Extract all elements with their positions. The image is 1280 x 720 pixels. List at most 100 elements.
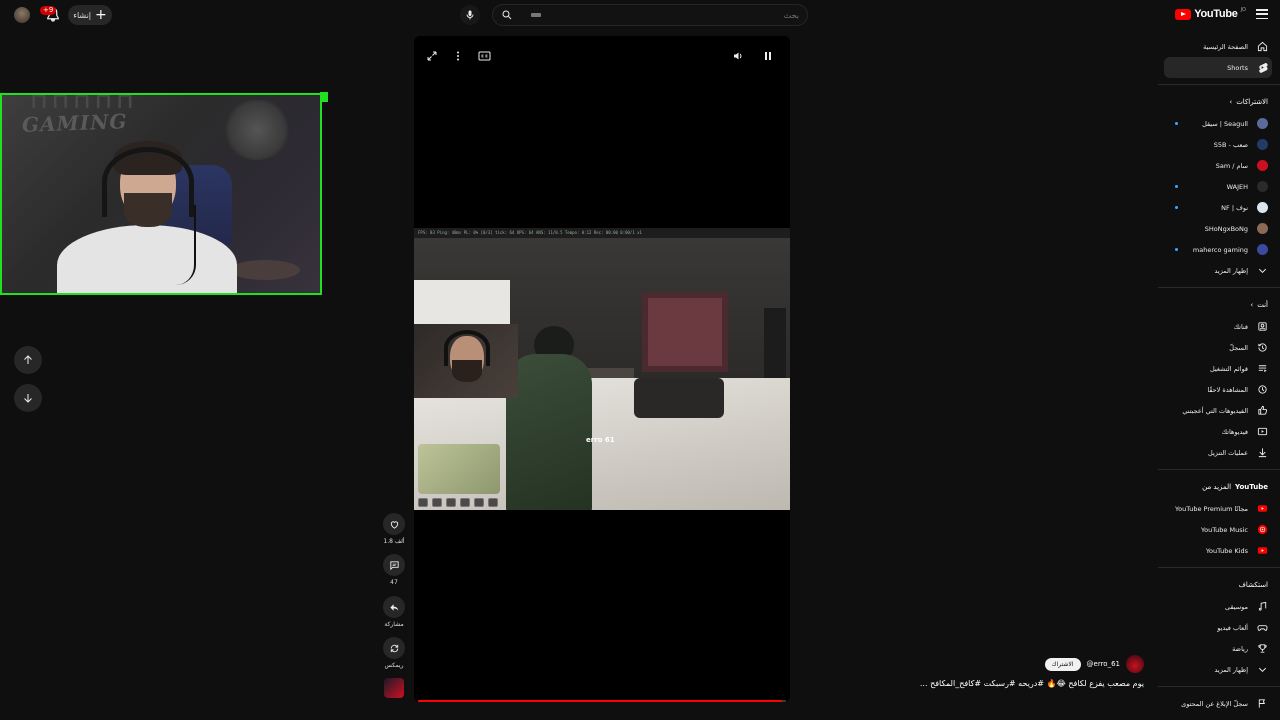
- search-input[interactable]: [541, 10, 807, 20]
- sidebar-divider: [1158, 287, 1280, 288]
- you-item-4-label: الفيديوهات التي أعجبتني: [1182, 406, 1248, 415]
- share-button[interactable]: [383, 596, 405, 618]
- audio-channel-thumbnail[interactable]: [384, 678, 404, 698]
- explore-item-2[interactable]: رياضة: [1158, 638, 1280, 659]
- explore-item-0-label: موسيقى: [1225, 602, 1248, 611]
- notification-count-badge: +9: [40, 6, 57, 15]
- you-item-0[interactable]: قناتك: [1158, 316, 1280, 337]
- channel-handle[interactable]: @erro_61: [1087, 660, 1120, 668]
- nav-home[interactable]: الصفحة الرئيسية: [1158, 36, 1280, 57]
- more-from-item-2-label: YouTube Kids: [1205, 546, 1248, 555]
- you-item-4[interactable]: الفيديوهات التي أعجبتني: [1158, 400, 1280, 421]
- streamer-headset: [444, 330, 490, 366]
- language-keyboard-icon[interactable]: [531, 13, 541, 17]
- comment-icon: [389, 560, 399, 570]
- pause-button[interactable]: [758, 46, 778, 66]
- subscription-item[interactable]: Sam / سام: [1158, 155, 1280, 176]
- show-more-explore[interactable]: إظهار المزيد: [1158, 659, 1280, 680]
- subscribe-button[interactable]: الاشتراك: [1044, 657, 1081, 671]
- show-more-label: إظهار المزيد: [1214, 266, 1248, 275]
- subscription-item[interactable]: S5B - صعب: [1158, 134, 1280, 155]
- show-more-label: إظهار المزيد: [1214, 665, 1248, 674]
- explore-item-1[interactable]: ألعاب فيديو: [1158, 617, 1280, 638]
- game-hud-text: FPS: 83 Ping: 48ms PL: 0% [0/3] tick: 64…: [414, 228, 790, 238]
- you-item-2[interactable]: قوائم التشغيل: [1158, 358, 1280, 379]
- flag-icon: [1257, 698, 1268, 709]
- captions-button[interactable]: [474, 46, 494, 66]
- you-item-5[interactable]: فيديوهاتك: [1158, 421, 1280, 442]
- more-from-item-2[interactable]: YouTube Kids: [1158, 540, 1280, 561]
- youtube-logo[interactable]: YouTube JO: [1175, 7, 1246, 20]
- thumb-up-icon: [1257, 405, 1268, 416]
- create-label: إنشاء: [73, 10, 92, 20]
- wall-art: [222, 100, 292, 160]
- search-button[interactable]: [493, 5, 521, 25]
- subscription-item-label: S5B - صعب: [1213, 140, 1248, 149]
- show-more-subscriptions[interactable]: إظهار المزيد: [1158, 260, 1280, 281]
- you-title: أنت: [1257, 301, 1268, 309]
- you-item-6[interactable]: عمليات التنزيل: [1158, 442, 1280, 463]
- chevron-down-icon: [1257, 265, 1268, 276]
- subscription-item[interactable]: WAJEH: [1158, 176, 1280, 197]
- video-frame: erro 61 FPS: 83 Ping: 48ms PL: 0% [0/3] …: [414, 228, 790, 510]
- you-item-3[interactable]: المشاهدة لاحقًا: [1158, 379, 1280, 400]
- shorts-player[interactable]: erro 61 FPS: 83 Ping: 48ms PL: 0% [0/3] …: [414, 36, 790, 702]
- account-avatar[interactable]: [14, 7, 30, 23]
- remix-button[interactable]: [383, 637, 405, 659]
- like-count: 1.8 ألف: [383, 538, 405, 545]
- more-from-youtube-list: YouTube Premium مجانًا YouTube Music YouTu…: [1158, 498, 1280, 561]
- you-item-1[interactable]: السجلّ: [1158, 337, 1280, 358]
- subscriptions-header[interactable]: ‹ الاشتراكات: [1158, 91, 1280, 113]
- subscription-item[interactable]: maherco gaming: [1158, 239, 1280, 260]
- volume-button[interactable]: [728, 46, 748, 66]
- more-from-item-1-label: YouTube Music: [1201, 525, 1248, 534]
- subscription-item[interactable]: سيقل | Seagull: [1158, 113, 1280, 134]
- nav-shorts[interactable]: Shorts: [1164, 57, 1272, 78]
- guide-sidebar: الصفحة الرئيسية Shorts ‹ الاشتراكات سيقل…: [1158, 36, 1280, 720]
- microphone-icon: [466, 10, 474, 20]
- top-bar: +9 إنشاء + YouTube JO: [0, 0, 1280, 30]
- youtube-wordmark: YouTube: [1194, 8, 1238, 20]
- new-content-dot: [1175, 185, 1178, 188]
- streamer-facecam: [414, 324, 518, 398]
- like-button[interactable]: [383, 513, 405, 535]
- explore-list: موسيقى ألعاب فيديو رياضة: [1158, 596, 1280, 659]
- search-icon: [502, 10, 512, 20]
- webcam-resize-handle[interactable]: [320, 92, 328, 102]
- subscription-item-label: WAJEH: [1226, 182, 1248, 191]
- wall-pillar: [414, 280, 510, 324]
- report-history[interactable]: سجلّ الإبلاغ عن المحتوى: [1158, 693, 1280, 714]
- remix-label: ريمكس: [384, 662, 404, 669]
- create-button[interactable]: إنشاء +: [68, 5, 112, 25]
- menu-hamburger-icon[interactable]: [1256, 9, 1268, 19]
- user-icon: [1257, 321, 1268, 332]
- arrow-down-icon: [24, 394, 32, 403]
- explore-title: استكشاف: [1238, 581, 1268, 589]
- wall-painting: [642, 292, 728, 372]
- voice-search-button[interactable]: [460, 5, 480, 25]
- player-name-tag: erro 61: [586, 436, 615, 444]
- you-item-5-label: فيديوهاتك: [1221, 427, 1248, 436]
- pause-icon: [765, 52, 771, 60]
- explore-item-0[interactable]: موسيقى: [1158, 596, 1280, 617]
- sidebar-divider: [1158, 469, 1280, 470]
- short-title[interactable]: يوم مصعب يفزع لكافح 😂🔥 #دريحه #رسبكت #كا…: [920, 679, 1144, 688]
- subscription-item[interactable]: NF | نوف: [1158, 197, 1280, 218]
- previous-short-button[interactable]: [14, 346, 42, 374]
- wall-logo-gaming-art: GAMING: [21, 109, 128, 137]
- more-from-item-0-label: YouTube Premium مجانًا: [1175, 504, 1248, 513]
- yt-music-icon: [1257, 524, 1268, 535]
- video-progress-fill: [418, 700, 783, 702]
- channel-avatar-icon: [1257, 181, 1268, 192]
- video-progress-bar[interactable]: [418, 700, 786, 702]
- fullscreen-button[interactable]: [422, 46, 442, 66]
- subscription-item[interactable]: SHoNgxBoNg: [1158, 218, 1280, 239]
- comments-button[interactable]: [383, 554, 405, 576]
- channel-avatar[interactable]: [1126, 655, 1144, 673]
- you-header[interactable]: ‹ أنت: [1158, 294, 1280, 316]
- next-short-button[interactable]: [14, 384, 42, 412]
- more-options-button[interactable]: [448, 46, 468, 66]
- subscription-item-label: SHoNgxBoNg: [1204, 224, 1248, 233]
- more-from-item-0[interactable]: YouTube Premium مجانًا: [1158, 498, 1280, 519]
- more-from-item-1[interactable]: YouTube Music: [1158, 519, 1280, 540]
